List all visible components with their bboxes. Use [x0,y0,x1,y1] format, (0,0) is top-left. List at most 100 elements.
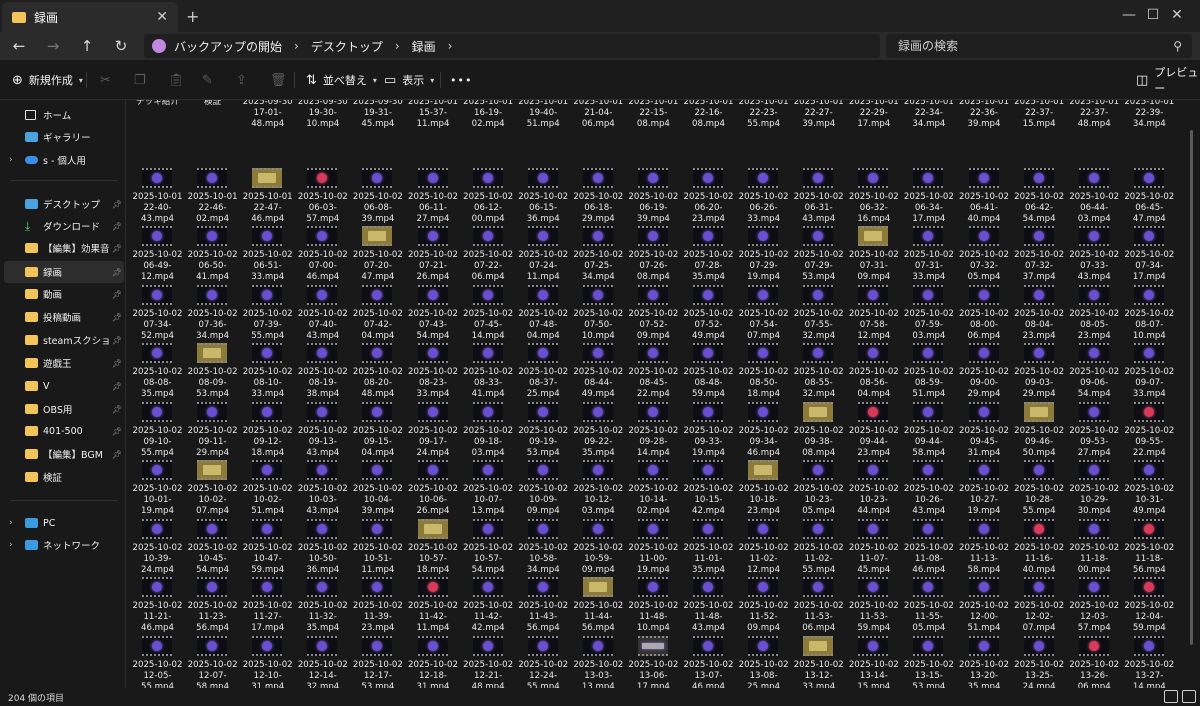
video-thumbnail[interactable] [472,226,503,246]
file-item[interactable]: 2025-10-02 09-44-23.mp4 [846,426,901,459]
file-item[interactable]: 2025-10-02 08-00-06.mp4 [957,309,1012,342]
file-item[interactable]: 2025-10-02 09-12-18.mp4 [240,426,295,459]
file-item[interactable]: 2025-10-01 19-40-51.mp4 [516,100,571,130]
file-item[interactable]: 2025-10-02 07-34-52.mp4 [130,309,185,342]
file-item[interactable]: 2025-10-02 08-33-41.mp4 [461,367,516,400]
file-item[interactable]: 2025-10-02 06-34-17.mp4 [901,192,956,225]
video-thumbnail[interactable] [1078,577,1109,597]
video-thumbnail[interactable] [693,518,723,539]
video-thumbnail[interactable] [803,460,834,480]
file-item[interactable]: 2025-10-02 06-31-43.mp4 [791,192,846,225]
file-item[interactable]: 2025-10-02 09-44-58.mp4 [901,426,956,459]
file-item[interactable]: 2025-10-02 06-32-16.mp4 [846,192,901,225]
video-thumbnail[interactable] [968,343,999,363]
file-item[interactable]: 2025-10-02 11-08-46.mp4 [901,543,956,576]
video-thumbnail[interactable] [307,460,338,480]
video-thumbnail[interactable] [913,401,944,422]
file-item[interactable]: 2025-10-02 10-18-23.mp4 [736,484,791,517]
file-item[interactable]: 2025-10-02 10-45-54.mp4 [185,543,240,576]
video-thumbnail[interactable] [693,401,723,422]
video-thumbnail[interactable] [197,284,228,305]
file-item[interactable]: 2025-10-02 11-53-59.mp4 [846,601,901,634]
file-item[interactable]: 2025-10-02 07-31-33.mp4 [901,250,956,283]
video-thumbnail[interactable] [417,284,448,305]
file-item[interactable]: 2025-10-02 10-14-02.mp4 [626,484,681,517]
sidebar-item[interactable]: 投稿動画 📌︎ [4,306,124,328]
sidebar-item[interactable]: ⤓ ダウンロード 📌︎ [4,215,124,237]
video-thumbnail[interactable] [1078,284,1109,305]
file-item[interactable]: 2025-10-02 10-06-26.mp4 [406,484,461,517]
video-thumbnail[interactable] [748,167,779,188]
video-thumbnail[interactable] [472,577,503,597]
video-thumbnail[interactable] [913,343,944,363]
file-item[interactable]: 2025-10-02 08-37-25.mp4 [516,367,571,400]
video-thumbnail[interactable] [197,226,228,246]
video-thumbnail[interactable] [527,460,558,480]
preview-button[interactable]: ◫ プレビュー [1136,66,1200,95]
file-item[interactable]: 2025-10-02 09-03-29.mp4 [1012,367,1067,400]
video-thumbnail[interactable] [582,167,613,188]
video-thumbnail[interactable] [417,635,448,656]
file-item[interactable]: 2025-10-02 07-32-05.mp4 [957,250,1012,283]
file-item[interactable]: 2025-10-02 08-05-23.mp4 [1067,309,1122,342]
video-thumbnail[interactable] [252,343,283,363]
video-thumbnail[interactable] [417,226,448,246]
file-item[interactable]: 2025-10-01 22-37-48.mp4 [1067,100,1122,130]
video-thumbnail[interactable] [637,167,668,188]
file-item[interactable]: 2025-10-02 07-34-17.mp4 [1122,250,1177,283]
copy-icon[interactable]: ❐ [134,70,146,90]
video-thumbnail[interactable] [472,635,503,656]
file-item[interactable]: 2025-10-02 07-22-06.mp4 [461,250,516,283]
video-thumbnail[interactable] [1023,518,1054,539]
sort-button[interactable]: ⇅ 並べ替え ▾ [306,70,377,90]
video-thumbnail[interactable] [527,343,558,363]
file-item[interactable]: 2025-10-02 06-18-29.mp4 [571,192,626,225]
file-item[interactable]: 2025-10-02 06-41-40.mp4 [957,192,1012,225]
file-item[interactable]: 2025-10-02 07-50-10.mp4 [571,309,626,342]
file-item[interactable]: 2025-10-02 11-07-45.mp4 [846,543,901,576]
file-item[interactable]: 2025-10-02 07-40-43.mp4 [295,309,350,342]
video-thumbnail[interactable] [252,167,283,188]
file-item[interactable]: 2025-10-02 13-20-35.mp4 [957,660,1012,689]
vertical-scrollbar[interactable] [1190,130,1193,645]
sidebar-item[interactable]: V 📌︎ [4,375,124,397]
sidebar-item[interactable]: ギャラリー [4,126,124,148]
file-item[interactable]: 2025-10-02 07-26-08.mp4 [626,250,681,283]
file-item[interactable]: 2025-10-02 13-14-15.mp4 [846,660,901,689]
sidebar-item[interactable]: OBS用 📌︎ [4,398,124,420]
file-item[interactable]: 2025-10-02 11-32-35.mp4 [295,601,350,634]
file-item[interactable]: 2025-10-02 06-51-33.mp4 [240,250,295,283]
file-item[interactable]: 2025-10-02 13-27-14.mp4 [1122,660,1177,689]
file-item[interactable]: 2025-10-02 11-42-42.mp4 [461,601,516,634]
file-item[interactable]: 2025-10-02 09-10-55.mp4 [130,426,185,459]
video-thumbnail[interactable] [197,635,228,656]
video-thumbnail[interactable] [197,518,228,539]
file-item[interactable]: 2025-10-01 22-15-08.mp4 [626,100,681,130]
video-thumbnail[interactable] [803,284,834,305]
video-thumbnail[interactable] [307,635,338,656]
file-item[interactable]: 2025-10-02 09-11-29.mp4 [185,426,240,459]
sidebar-item[interactable]: 遊戯王 📌︎ [4,352,124,374]
video-thumbnail[interactable] [1023,343,1054,363]
file-item[interactable]: 2025-10-02 12-00-51.mp4 [957,601,1012,634]
video-thumbnail[interactable] [362,577,393,597]
file-item[interactable]: 2025-10-02 09-13-43.mp4 [295,426,350,459]
video-thumbnail[interactable] [913,518,944,539]
sidebar-item[interactable]: › PC [4,512,124,534]
file-item[interactable]: 2025-10-02 09-07-33.mp4 [1122,367,1177,400]
file-item[interactable]: 2025-10-02 10-39-24.mp4 [130,543,185,576]
file-item[interactable]: 2025-10-01 21-04-06.mp4 [571,100,626,130]
video-thumbnail[interactable] [527,167,558,188]
paste-icon[interactable]: 📋︎ [168,70,185,90]
file-item[interactable]: 2025-10-02 07-59-03.mp4 [901,309,956,342]
video-thumbnail[interactable] [472,167,503,188]
video-thumbnail[interactable] [142,343,172,363]
file-item[interactable]: 2025-10-02 10-03-43.mp4 [295,484,350,517]
file-item[interactable]: 2025-10-02 11-27-17.mp4 [240,601,295,634]
video-thumbnail[interactable] [858,460,889,480]
video-thumbnail[interactable] [803,577,834,597]
file-item[interactable]: 2025-10-02 13-03-13.mp4 [571,660,626,689]
video-thumbnail[interactable] [1078,518,1109,539]
video-thumbnail[interactable] [693,460,723,480]
video-thumbnail[interactable] [1023,226,1054,246]
